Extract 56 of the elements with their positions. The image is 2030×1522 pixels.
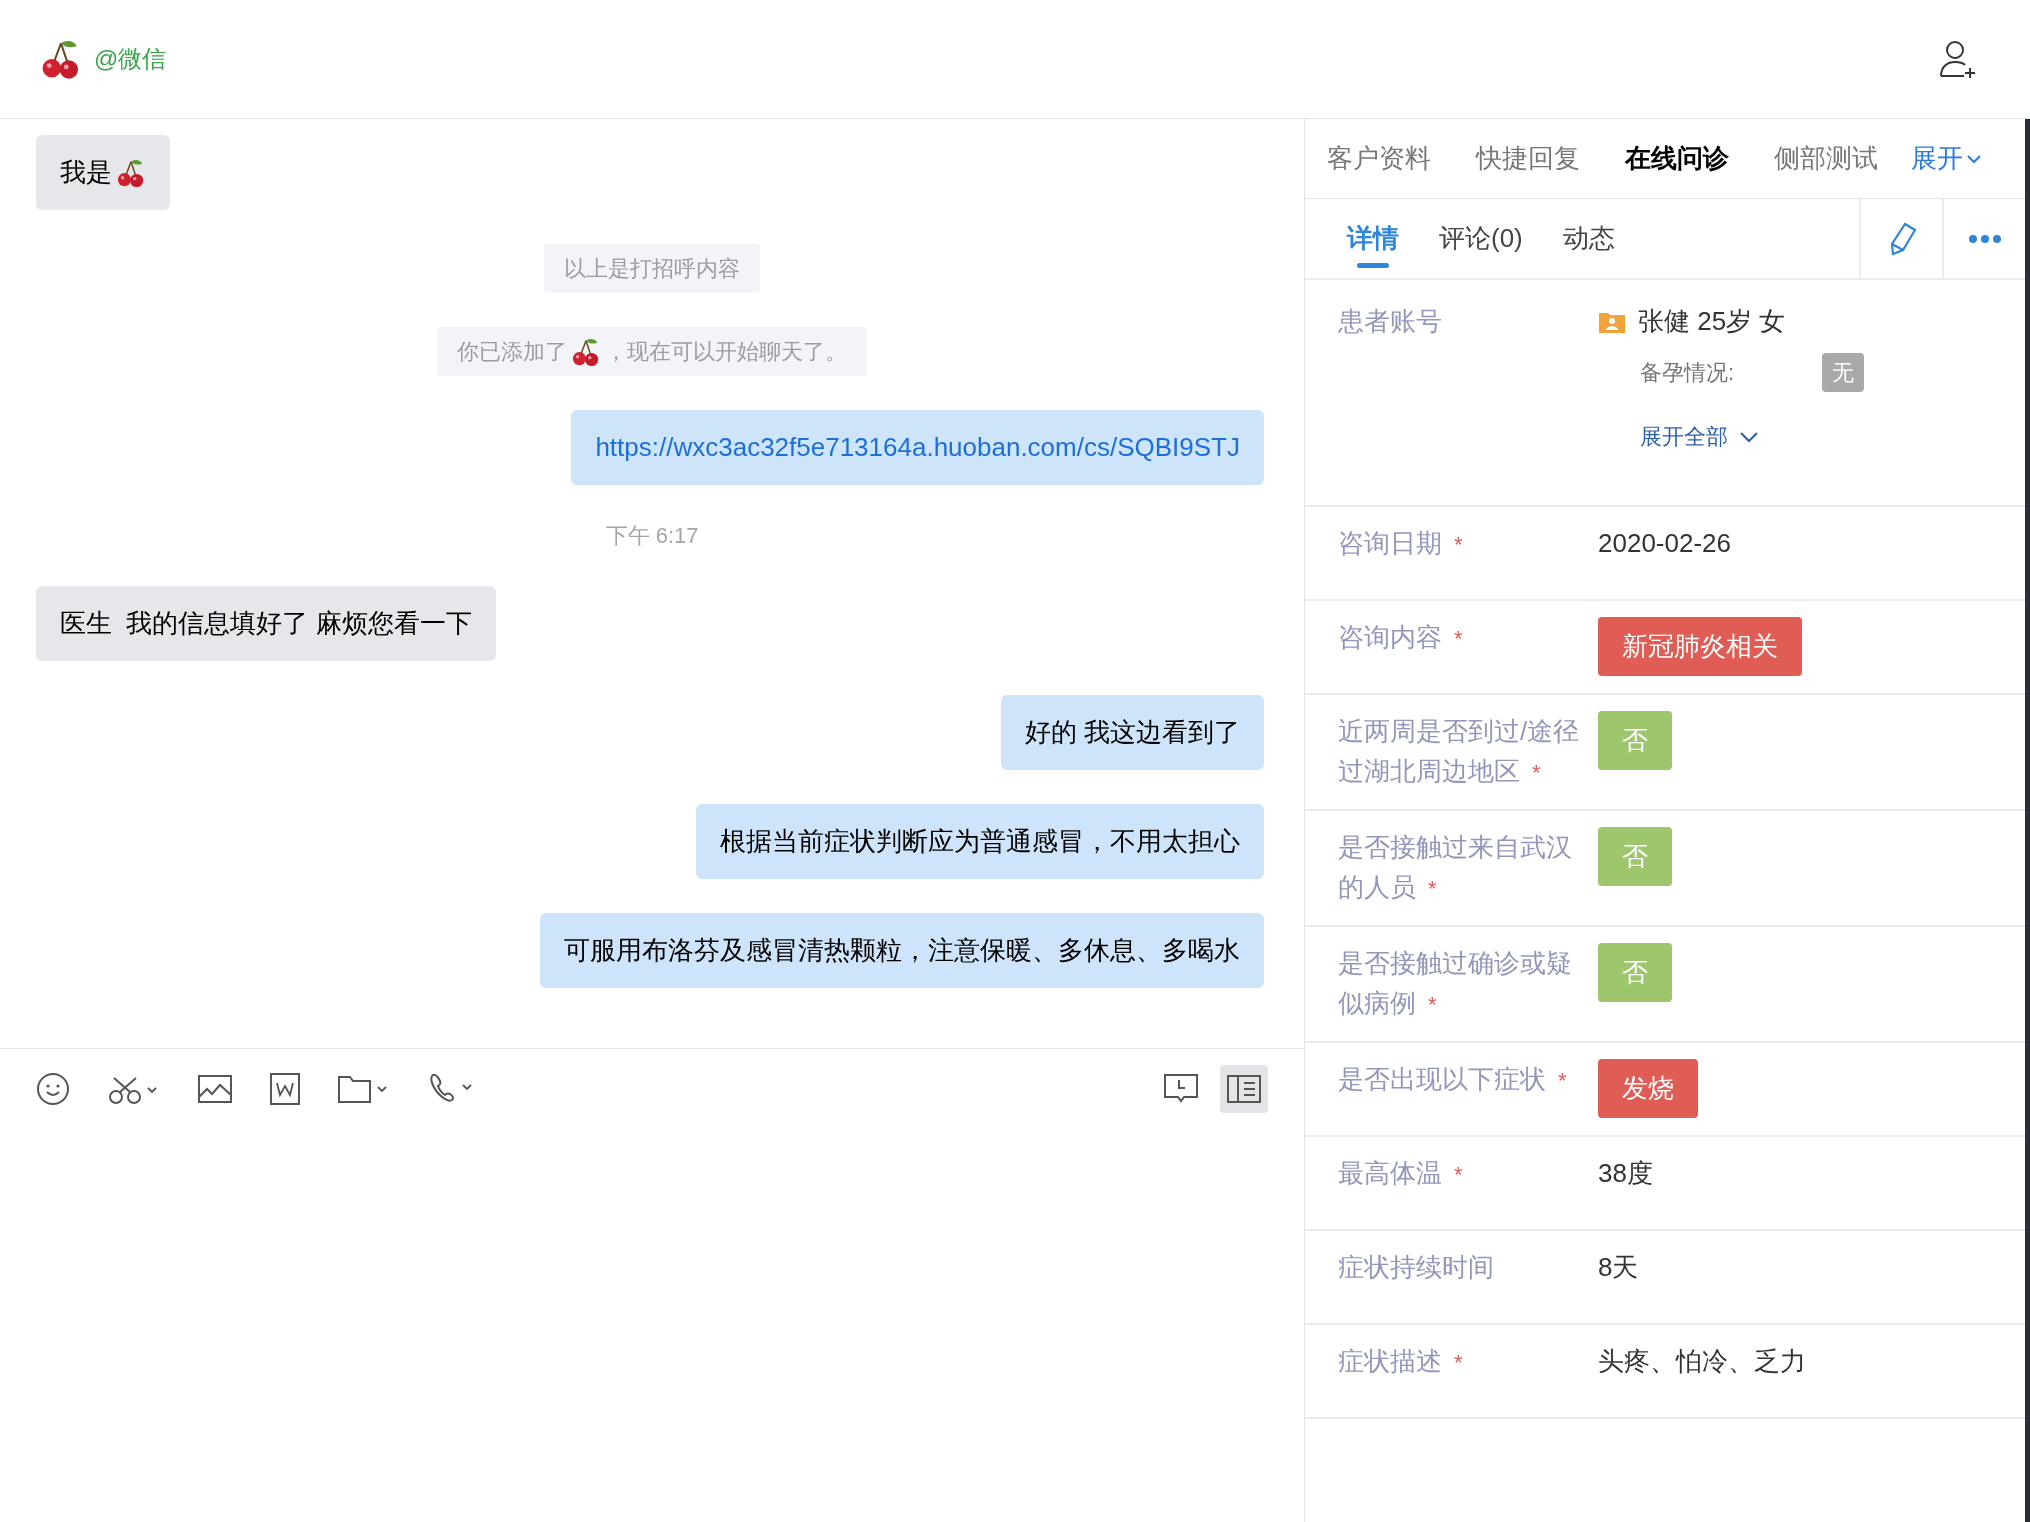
field-label: 咨询内容 * <box>1338 622 1463 652</box>
message-text: 好的 我这边看到了 <box>1024 716 1240 749</box>
contact-name: @微信 <box>94 44 167 74</box>
value-tag: 新冠肺炎相关 <box>1598 617 1802 676</box>
message-text: ，现在可以开始聊天了。 <box>605 338 847 366</box>
field-label: 患者账号 <box>1338 305 1443 338</box>
field-label: 是否接触过确诊或疑似病例 * <box>1338 948 1572 1018</box>
image-icon[interactable] <box>198 1074 232 1103</box>
field-label: 近两周是否到过/途径过湖北周边地区 * <box>1338 716 1580 786</box>
message-text: 医生 我的信息填好了 麻烦您看一下 <box>60 607 472 640</box>
detail-tab[interactable]: 评论(0) <box>1439 199 1523 278</box>
expand-menu-button[interactable]: 展开 <box>1911 139 1981 178</box>
field-label: 最高体温 * <box>1338 1158 1463 1188</box>
detail-tab[interactable]: 详情 <box>1347 199 1399 278</box>
field-value: 头疼、怕冷、乏力 <box>1598 1345 1806 1378</box>
message-text: 你已添加了 <box>457 338 567 366</box>
field-value: 2020-02-26 <box>1598 527 1731 560</box>
message-history-icon[interactable] <box>1164 1072 1198 1105</box>
emoji-icon[interactable] <box>36 1071 70 1106</box>
status-tag: 无 <box>1822 353 1864 392</box>
panel-tab[interactable]: 快捷回复 <box>1476 139 1580 178</box>
side-panel-icon <box>1227 1074 1261 1103</box>
chevron-down-icon <box>1740 430 1758 443</box>
cherry-icon <box>571 336 601 367</box>
panel-tab[interactable]: 在线问诊 <box>1625 139 1729 178</box>
value-tag: 否 <box>1598 827 1672 886</box>
folder-icon[interactable] <box>338 1073 390 1104</box>
message-text: 以上是打招呼内容 <box>564 255 740 283</box>
value-tag: 发烧 <box>1598 1059 1698 1118</box>
message-text: 下午 6:17 <box>605 522 699 550</box>
panel-tab[interactable]: 客户资料 <box>1327 139 1431 178</box>
field-label: 症状持续时间 <box>1338 1252 1494 1282</box>
field-label: 咨询日期 * <box>1338 528 1463 558</box>
field-value: 38度 <box>1598 1157 1653 1190</box>
more-icon[interactable] <box>1967 233 2002 244</box>
message-link[interactable]: https://wxc3ac32f5e713164a.huoban.com/cs/SQBI9STJ <box>595 428 1240 467</box>
cherry-icon <box>116 157 146 188</box>
chevron-down-icon <box>1967 153 1981 164</box>
field-label: 症状描述 * <box>1338 1346 1463 1376</box>
tab-underline <box>1357 263 1389 268</box>
field-value: 8天 <box>1598 1251 1639 1284</box>
expand-all-link[interactable]: 展开全部 <box>1640 420 1758 453</box>
patient-info: 张健 25岁 女 <box>1638 305 1786 338</box>
detail-tab[interactable]: 动态 <box>1562 199 1615 278</box>
value-tag: 否 <box>1598 943 1672 1002</box>
add-contact-icon[interactable] <box>1938 38 1978 80</box>
message-text: 我是 <box>60 156 112 189</box>
panel-tab[interactable]: 侧部测试 <box>1774 139 1878 178</box>
side-panel-button[interactable] <box>1220 1064 1268 1113</box>
message-text: 可服用布洛芬及感冒清热颗粒，注意保暖、多休息、多喝水 <box>564 934 1240 967</box>
field-label: 是否出现以下症状 * <box>1338 1064 1567 1094</box>
message-text: 根据当前症状判断应为普通感冒，不用太担心 <box>720 825 1240 858</box>
field-label: 是否接触过来自武汉的人员 * <box>1338 832 1572 902</box>
sub-field-label: 备孕情况: <box>1640 359 1736 387</box>
value-tag: 否 <box>1598 711 1672 770</box>
document-icon[interactable] <box>270 1072 300 1105</box>
